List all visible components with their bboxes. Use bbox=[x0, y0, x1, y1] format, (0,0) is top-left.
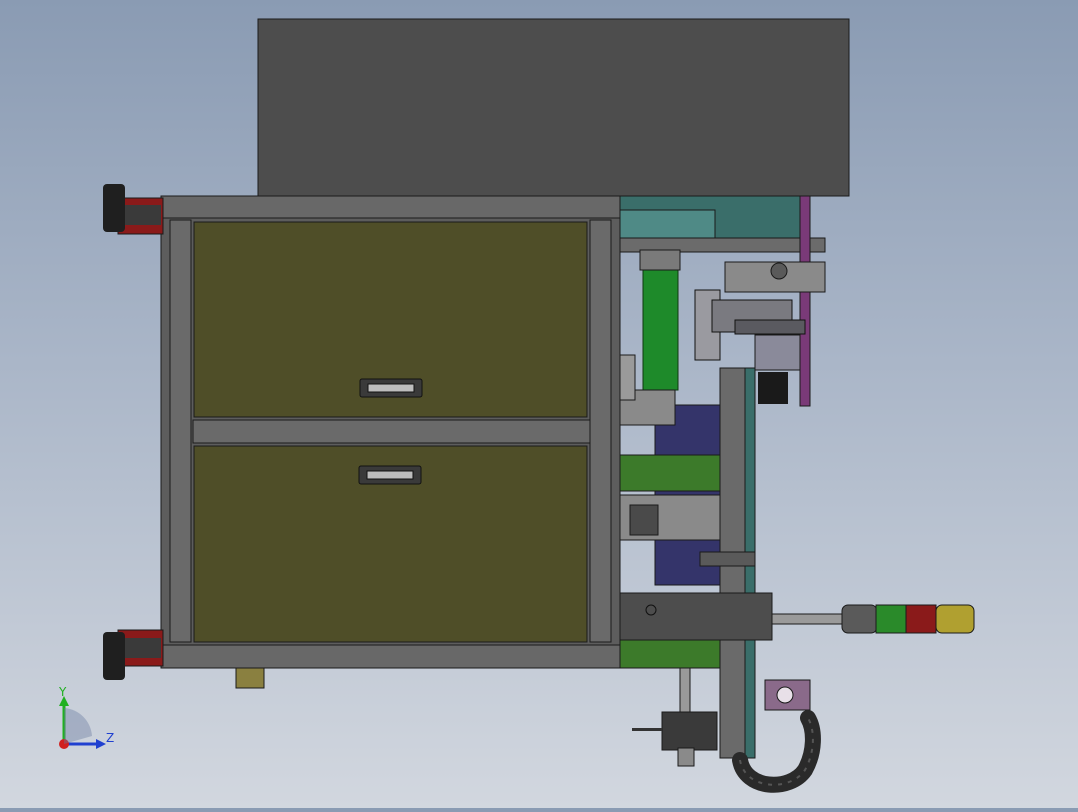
z-axis-label: Z bbox=[106, 731, 114, 745]
bottom-connector bbox=[235, 667, 265, 689]
drawer-handle-icon[interactable] bbox=[359, 378, 423, 398]
slide-block bbox=[619, 592, 773, 641]
top-enclosure-box bbox=[257, 18, 850, 197]
cad-model-viewport[interactable]: Y Z bbox=[0, 0, 1078, 808]
side-mechanism-assembly bbox=[594, 195, 826, 767]
signal-tower-light-icon[interactable] bbox=[771, 604, 975, 634]
machine-assembly-drawing[interactable] bbox=[0, 0, 1078, 808]
drawer-handle-icon[interactable] bbox=[358, 465, 422, 485]
coordinate-triad: Y Z bbox=[58, 686, 114, 749]
leveling-foot-icon bbox=[103, 629, 164, 680]
y-axis-label: Y bbox=[58, 686, 67, 699]
leveling-foot-icon bbox=[103, 184, 164, 235]
green-cylinder bbox=[642, 267, 679, 391]
